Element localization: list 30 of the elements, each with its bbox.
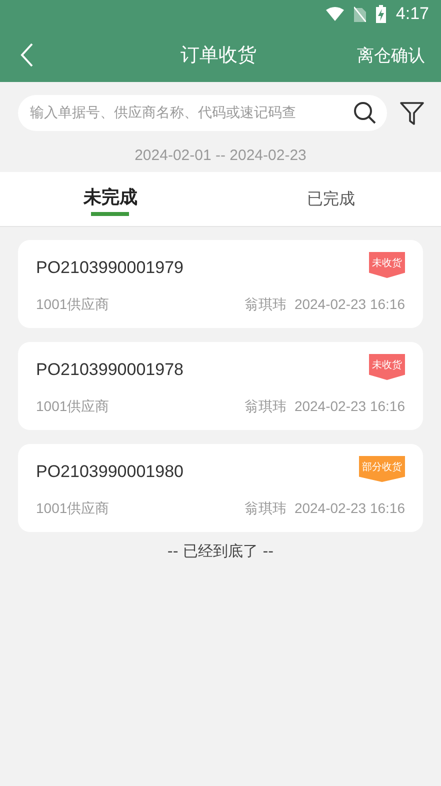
- order-number: PO2103990001980: [36, 461, 184, 482]
- order-time: 2024-02-23 16:16: [294, 296, 405, 314]
- order-card[interactable]: PO2103990001980 部分收货 1001供应商 翁琪玮 2024-02-23 16:16: [18, 444, 423, 532]
- search-field[interactable]: 输入单据号、供应商名称、代码或速记码查: [18, 95, 387, 131]
- status-time: 4:17: [396, 4, 429, 24]
- person-name: 翁琪玮: [244, 296, 286, 314]
- supplier-name: 1001供应商: [36, 296, 110, 314]
- order-number: PO2103990001978: [36, 359, 184, 380]
- back-icon: [20, 42, 34, 68]
- order-card[interactable]: PO2103990001978 未收货 1001供应商 翁琪玮 2024-02-23 16:16: [18, 342, 423, 430]
- battery-icon: [376, 5, 386, 23]
- status-badge: 部分收货: [359, 456, 405, 482]
- confirm-button[interactable]: 离仓确认: [357, 44, 425, 66]
- person-name: 翁琪玮: [244, 500, 286, 518]
- status-badge: 未收货: [369, 252, 405, 278]
- end-note: -- 已经到底了 --: [166, 542, 275, 561]
- supplier-name: 1001供应商: [36, 398, 110, 416]
- order-number: PO2103990001979: [36, 257, 184, 278]
- supplier-name: 1001供应商: [36, 500, 110, 518]
- order-time: 2024-02-23 16:16: [294, 398, 405, 416]
- tab[interactable]: 已完成: [220, 172, 441, 226]
- page-title: 订单收货: [180, 43, 258, 68]
- search-icon[interactable]: [353, 101, 377, 125]
- filter-icon[interactable]: [399, 100, 425, 126]
- no-sim-icon: [354, 6, 366, 22]
- order-card[interactable]: PO2103990001979 未收货 1001供应商 翁琪玮 2024-02-23 16:16: [18, 240, 423, 328]
- wifi-icon: [326, 7, 344, 21]
- status-badge: 未收货: [369, 354, 405, 380]
- person-name: 翁琪玮: [244, 398, 286, 416]
- order-time: 2024-02-23 16:16: [294, 500, 405, 518]
